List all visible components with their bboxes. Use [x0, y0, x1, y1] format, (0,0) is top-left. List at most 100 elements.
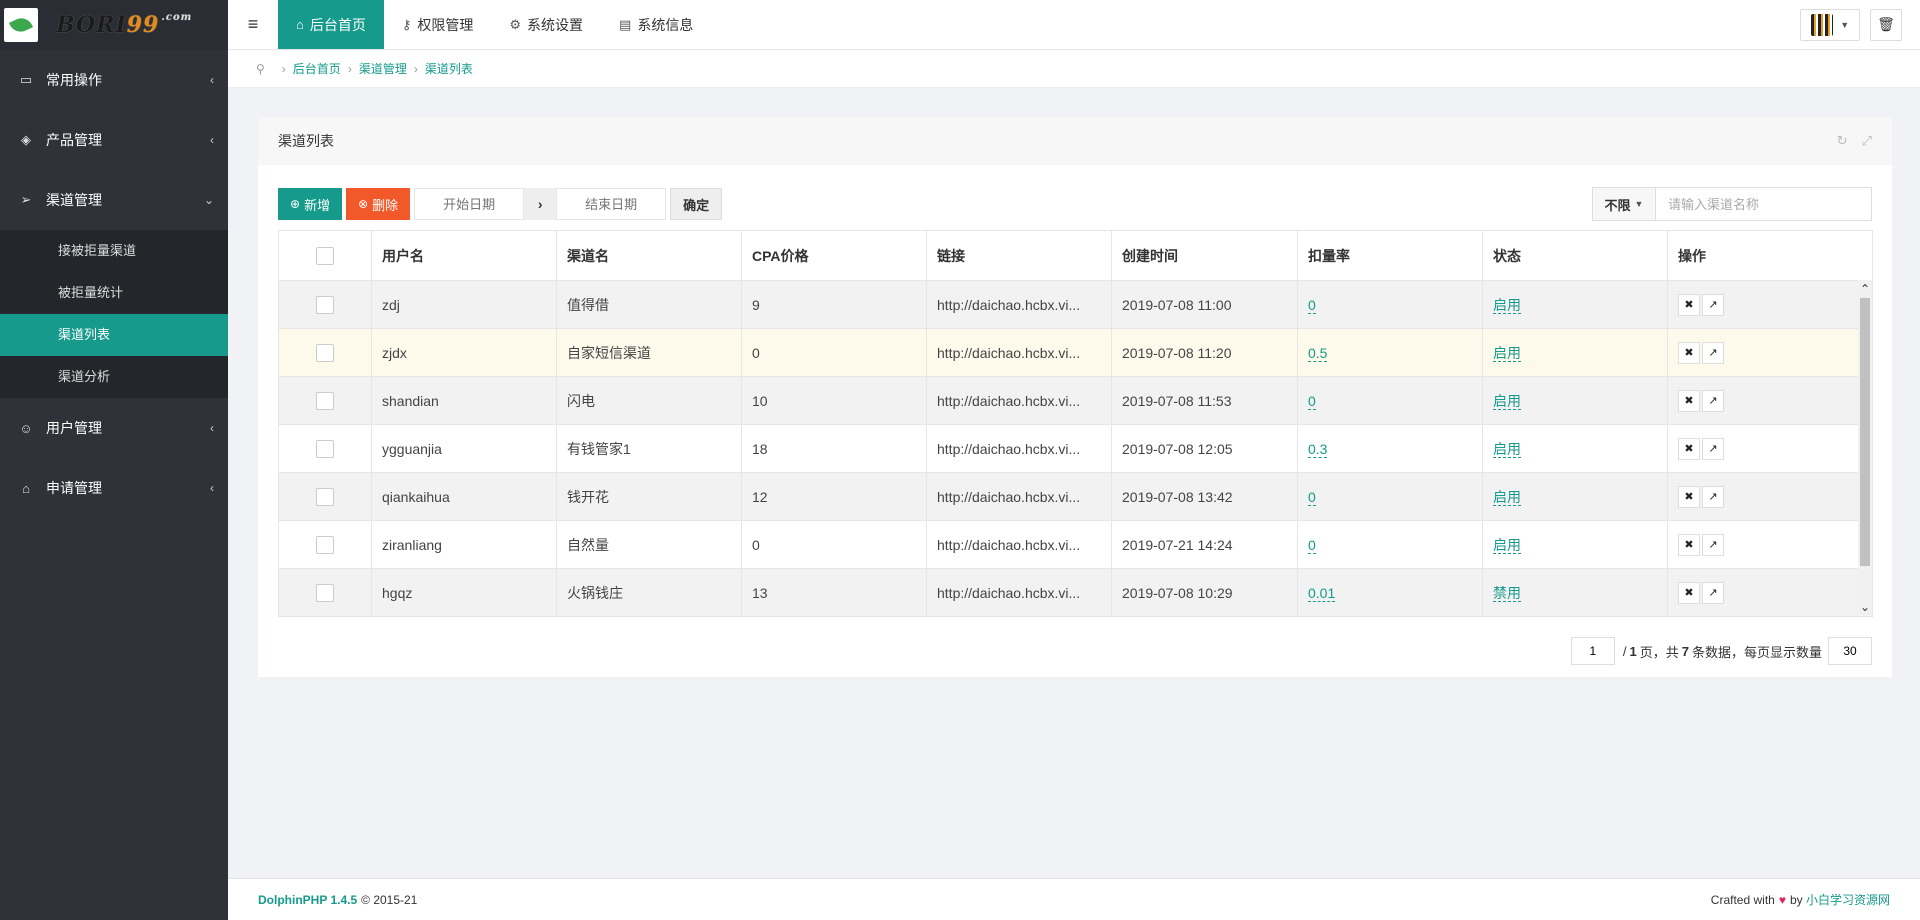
start-date-input[interactable] — [414, 188, 525, 220]
sidebar-item-label: 产品管理 — [46, 132, 102, 148]
clear-cache-button[interactable]: 🗑 — [1870, 8, 1902, 41]
open-link-icon[interactable]: ↗ — [1702, 581, 1724, 604]
submenu-item-channel-list[interactable]: 渠道列表 — [0, 314, 228, 356]
table-scrollbar[interactable]: ⌃ ⌄ — [1858, 280, 1872, 616]
open-link-icon[interactable]: ↗ — [1702, 533, 1724, 556]
deduct-rate-editable[interactable]: 0 — [1308, 392, 1316, 410]
end-date-input[interactable] — [556, 188, 667, 220]
confirm-button[interactable]: 确定 — [670, 188, 723, 220]
row-checkbox[interactable] — [316, 535, 334, 554]
delete-row-icon[interactable]: ✖ — [1678, 293, 1700, 316]
status-editable[interactable]: 启用 — [1493, 296, 1521, 314]
page-number-input[interactable] — [1570, 637, 1615, 665]
page-size-input[interactable] — [1828, 637, 1872, 665]
breadcrumb-separator: › — [413, 61, 418, 76]
scroll-down-icon[interactable]: ⌄ — [1858, 598, 1872, 616]
refresh-icon[interactable]: ↻ — [1837, 133, 1848, 149]
logo[interactable]: BORI99 .com — [0, 0, 228, 50]
delete-row-icon[interactable]: ✖ — [1678, 485, 1700, 508]
delete-row-icon[interactable]: ✖ — [1678, 389, 1700, 412]
table-row[interactable]: ziranliang 自然量 0 http://daichao.hcbx.vi... 2… — [278, 520, 1873, 569]
deduct-rate-cell: 0 — [1297, 280, 1483, 329]
open-link-icon[interactable]: ↗ — [1702, 485, 1724, 508]
fullscreen-icon[interactable]: ⤢ — [1862, 133, 1872, 149]
caret-down-icon: ▼ — [1634, 199, 1644, 209]
row-checkbox[interactable] — [316, 295, 334, 314]
delete-button[interactable]: ⊗ 删除 — [346, 188, 411, 220]
filter-select[interactable]: 不限 ▼ — [1592, 187, 1656, 221]
tab-home[interactable]: ⌂ 后台首页 — [278, 0, 384, 49]
deduct-rate-editable[interactable]: 0.3 — [1308, 440, 1328, 458]
row-checkbox[interactable] — [316, 583, 334, 602]
sidebar-item-channels[interactable]: ➢ 渠道管理 ⌄ — [0, 170, 228, 230]
row-checkbox[interactable] — [316, 487, 334, 506]
add-button[interactable]: ⊕ 新增 — [278, 188, 343, 220]
table-row[interactable]: ygguanjia 有钱管家1 18 http://daichao.hcbx.vi..… — [278, 424, 1873, 473]
deduct-rate-editable[interactable]: 0 — [1308, 296, 1316, 314]
row-checkbox[interactable] — [316, 439, 334, 458]
breadcrumb: ⚲ › 后台首页 › 渠道管理 › 渠道列表 — [228, 50, 1920, 88]
delete-row-icon[interactable]: ✖ — [1678, 341, 1700, 364]
breadcrumb-channel-list[interactable]: 渠道列表 — [425, 60, 473, 77]
delete-row-icon[interactable]: ✖ — [1678, 581, 1700, 604]
footer-by: by — [1789, 893, 1803, 907]
delete-row-icon[interactable]: ✖ — [1678, 437, 1700, 460]
tab-settings[interactable]: ⚙ 系统设置 — [491, 0, 601, 49]
tab-permissions[interactable]: ⚷ 权限管理 — [384, 0, 492, 49]
select-all-checkbox[interactable] — [316, 246, 334, 265]
status-editable[interactable]: 启用 — [1493, 536, 1521, 554]
table-row[interactable]: zdj 值得借 9 http://daichao.hcbx.vi... 2019-07-… — [278, 280, 1873, 329]
table-header-row: 用户名 渠道名 CPA价格 链接 创建时间 扣量率 状态 操作 — [278, 230, 1873, 281]
delete-row-icon[interactable]: ✖ — [1678, 533, 1700, 556]
sidebar-item-products[interactable]: ◈ 产品管理 ‹ — [0, 110, 228, 170]
footer-brand[interactable]: DolphinPHP 1.4.5 — [258, 893, 357, 907]
tab-label: 系统设置 — [527, 16, 584, 33]
user-menu-button[interactable]: ▼ — [1800, 8, 1860, 41]
folder-icon: ▭ — [19, 72, 33, 87]
layers-icon: ◈ — [21, 132, 31, 147]
user-icon: ☺ — [19, 420, 33, 436]
status-editable[interactable]: 启用 — [1493, 488, 1521, 506]
sidebar-item-common[interactable]: ▭ 常用操作 ‹ — [0, 50, 228, 110]
channel-table: 用户名 渠道名 CPA价格 链接 创建时间 扣量率 状态 操作 zdj 值得借 9 h… — [278, 230, 1873, 617]
panel-header: 渠道列表 ↻ ⤢ — [258, 117, 1892, 165]
panel-title: 渠道列表 — [278, 133, 334, 149]
search-input[interactable] — [1656, 187, 1872, 221]
status-editable[interactable]: 禁用 — [1493, 584, 1521, 602]
breadcrumb-channels[interactable]: 渠道管理 — [359, 60, 407, 77]
open-link-icon[interactable]: ↗ — [1702, 389, 1724, 412]
sidebar-item-users[interactable]: ☺ 用户管理 ‹ — [0, 398, 228, 458]
footer-site-link[interactable]: 小白学习资源网 — [1806, 893, 1890, 907]
status-editable[interactable]: 启用 — [1493, 392, 1521, 410]
tab-system-info[interactable]: ▤ 系统信息 — [601, 0, 711, 49]
key-icon: ⚷ — [401, 16, 412, 32]
deduct-rate-editable[interactable]: 0 — [1308, 488, 1316, 506]
status-editable[interactable]: 启用 — [1493, 440, 1521, 458]
open-link-icon[interactable]: ↗ — [1702, 293, 1724, 316]
scrollbar-thumb[interactable] — [1860, 298, 1870, 566]
row-checkbox[interactable] — [316, 391, 334, 410]
deduct-rate-editable[interactable]: 0.01 — [1308, 584, 1336, 602]
row-checkbox[interactable] — [316, 343, 334, 362]
sidebar-item-applications[interactable]: ⌂ 申请管理 ‹ — [0, 458, 228, 518]
open-link-icon[interactable]: ↗ — [1702, 341, 1724, 364]
submenu-item-channel-analysis[interactable]: 渠道分析 — [0, 356, 228, 398]
menu-toggle-icon[interactable]: ≡ — [228, 0, 278, 49]
scroll-up-icon[interactable]: ⌃ — [1858, 280, 1872, 298]
deduct-rate-editable[interactable]: 0 — [1308, 536, 1316, 554]
table-row[interactable]: qiankaihua 钱开花 12 http://daichao.hcbx.vi...… — [278, 472, 1873, 521]
status-cell: 启用 — [1482, 424, 1668, 473]
open-link-icon[interactable]: ↗ — [1702, 437, 1724, 460]
table-row[interactable]: zjdx 自家短信渠道 0 http://daichao.hcbx.vi... 2019… — [278, 328, 1873, 377]
status-cell: 启用 — [1482, 328, 1668, 377]
footer-right: Crafted with ♥ by 小白学习资源网 — [1711, 891, 1890, 908]
table-row[interactable]: hgqz 火锅钱庄 13 http://daichao.hcbx.vi... 2019-… — [278, 568, 1873, 617]
breadcrumb-home[interactable]: 后台首页 — [293, 60, 341, 77]
table-row[interactable]: shandian 闪电 10 http://daichao.hcbx.vi... 201… — [278, 376, 1873, 425]
deduct-rate-editable[interactable]: 0.5 — [1308, 344, 1328, 362]
submenu-item-rejected-channels[interactable]: 接被拒量渠道 — [0, 230, 228, 272]
gear-icon: ⚙ — [509, 16, 522, 32]
column-header: 链接 — [926, 230, 1112, 281]
submenu-item-rejected-stats[interactable]: 被拒量统计 — [0, 272, 228, 314]
status-editable[interactable]: 启用 — [1493, 344, 1521, 362]
